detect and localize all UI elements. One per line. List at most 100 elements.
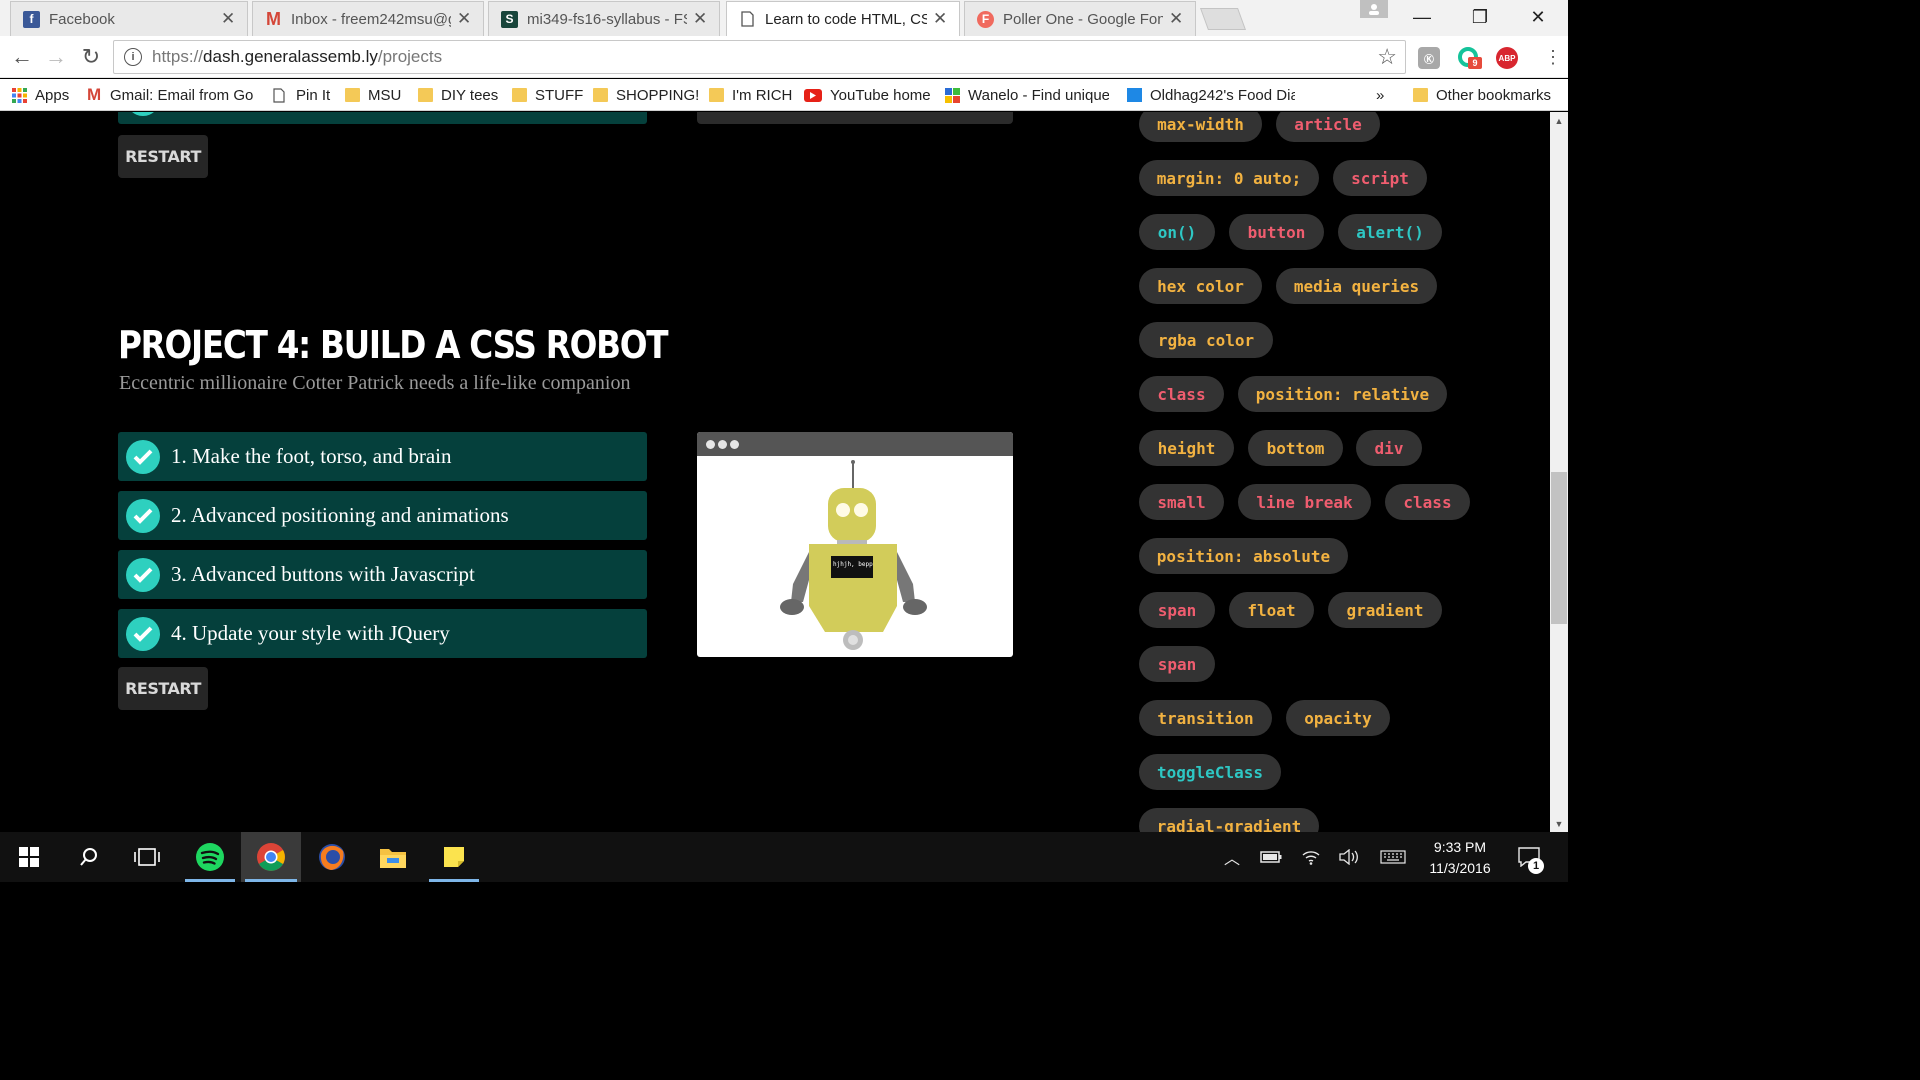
concept-tag[interactable]: gradient	[1328, 592, 1442, 628]
step-item[interactable]: 4. Update your style with JQuery	[118, 609, 647, 658]
sticky-notes-icon[interactable]	[425, 832, 483, 882]
concept-tag[interactable]: opacity	[1286, 700, 1390, 736]
reload-icon[interactable]: ↻	[76, 42, 106, 72]
restart-button[interactable]: RESTART	[118, 135, 208, 178]
bookmark-food-diary[interactable]: Oldhag242's Food Dia	[1127, 83, 1295, 107]
concept-tag[interactable]: class	[1139, 376, 1224, 412]
minimize-icon[interactable]: —	[1399, 0, 1445, 34]
tab-facebook[interactable]: f Facebook ✕	[10, 1, 248, 36]
new-tab-button[interactable]	[1199, 8, 1247, 30]
concept-tag[interactable]: button	[1229, 214, 1324, 250]
tab-strip: f Facebook ✕ M Inbox - freem242msu@g ✕ S…	[0, 0, 1568, 36]
bookmark-apps[interactable]: Apps	[12, 83, 69, 107]
close-window-icon[interactable]: ✕	[1515, 0, 1561, 34]
bookmark-stuff[interactable]: STUFF	[512, 83, 583, 107]
concept-tag[interactable]: class	[1385, 484, 1470, 520]
concept-tag[interactable]: span	[1139, 646, 1215, 682]
search-icon[interactable]	[60, 832, 118, 882]
hackernews-extension-icon[interactable]: Ⓚ	[1418, 47, 1440, 69]
system-clock[interactable]: 9:33 PM 11/3/2016	[1420, 837, 1500, 879]
concept-tag[interactable]: position: absolute	[1139, 538, 1348, 574]
concept-tag[interactable]: margin: 0 auto;	[1139, 160, 1319, 196]
bookmark-msu[interactable]: MSU	[345, 83, 401, 107]
tab-syllabus[interactable]: S mi349-fs16-syllabus - FS ✕	[488, 1, 720, 36]
bookmark-im-rich[interactable]: I'm RICH	[709, 83, 792, 107]
robot-illustration	[780, 460, 927, 650]
concept-tag[interactable]: script	[1333, 160, 1427, 196]
concept-tag[interactable]: small	[1139, 484, 1224, 520]
bookmark-shopping[interactable]: SHOPPING!	[593, 83, 699, 107]
other-bookmarks[interactable]: Other bookmarks	[1413, 83, 1551, 107]
address-bar[interactable]: i https://dash.generalassemb.ly/projects…	[113, 40, 1406, 74]
folder-icon	[345, 88, 360, 102]
restart-label: RESTART	[125, 147, 201, 166]
project-subtitle: Eccentric millionaire Cotter Patrick nee…	[119, 372, 631, 394]
close-tab-icon[interactable]: ✕	[1169, 9, 1183, 29]
bookmark-diy-tees[interactable]: DIY tees	[418, 83, 498, 107]
bookmark-star-icon[interactable]: ☆	[1377, 44, 1397, 70]
grammarly-extension-icon[interactable]: 9	[1458, 47, 1482, 69]
spotify-icon[interactable]	[181, 832, 239, 882]
bookmark-label: Gmail: Email from Goo	[110, 86, 253, 104]
concept-tag[interactable]: transition	[1139, 700, 1272, 736]
concept-tag[interactable]: line break	[1238, 484, 1371, 520]
start-icon[interactable]	[0, 832, 58, 882]
concept-tag[interactable]: bottom	[1248, 430, 1343, 466]
step-item[interactable]: 2. Advanced positioning and animations	[118, 491, 647, 540]
bookmark-gmail[interactable]: M Gmail: Email from Goo	[87, 83, 253, 107]
youtube-icon	[804, 88, 822, 102]
restart-button[interactable]: RESTART	[118, 667, 208, 710]
concept-tag[interactable]: media queries	[1276, 268, 1437, 304]
close-tab-icon[interactable]: ✕	[933, 9, 947, 29]
task-view-icon[interactable]	[118, 832, 176, 882]
wanelo-icon	[945, 88, 960, 103]
concept-tag[interactable]: height	[1139, 430, 1234, 466]
concept-tag[interactable]: float	[1229, 592, 1314, 628]
concept-tag[interactable]: span	[1139, 592, 1215, 628]
concept-tag[interactable]: div	[1356, 430, 1422, 466]
restore-icon[interactable]: ❐	[1457, 0, 1503, 34]
menu-icon[interactable]: ⋮	[1538, 42, 1568, 72]
action-center-icon[interactable]: 1	[1512, 832, 1546, 882]
site-info-icon[interactable]: i	[124, 48, 142, 66]
tab-general-assembly[interactable]: Learn to code HTML, CSS ✕	[726, 1, 960, 36]
step-item[interactable]: 1. Make the foot, torso, and brain	[118, 432, 647, 481]
tab-gmail[interactable]: M Inbox - freem242msu@g ✕	[252, 1, 484, 36]
step-item[interactable]: 3. Advanced buttons with Javascript	[118, 550, 647, 599]
file-explorer-icon[interactable]	[364, 832, 422, 882]
close-tab-icon[interactable]: ✕	[457, 9, 471, 29]
back-icon[interactable]: ←	[7, 42, 37, 72]
concept-tag[interactable]: hex color	[1139, 268, 1262, 304]
concept-tag[interactable]: on()	[1139, 214, 1215, 250]
bookmark-youtube[interactable]: YouTube home	[804, 83, 931, 107]
firefox-icon[interactable]	[303, 832, 361, 882]
forward-icon[interactable]: →	[41, 42, 71, 72]
close-tab-icon[interactable]: ✕	[221, 9, 235, 29]
concept-tag[interactable]: max-width	[1139, 112, 1262, 142]
concept-tag[interactable]: alert()	[1338, 214, 1442, 250]
concept-tag[interactable]: radial-gradient	[1139, 808, 1319, 832]
abp-label: ABP	[1498, 53, 1516, 63]
wifi-icon[interactable]	[1296, 832, 1326, 882]
bookmark-wanelo[interactable]: Wanelo - Find unique	[945, 83, 1109, 107]
tab-google-fonts[interactable]: F Poller One - Google Font ✕	[964, 1, 1196, 36]
profile-icon[interactable]	[1360, 0, 1388, 18]
bookmark-label: Other bookmarks	[1436, 86, 1552, 104]
battery-icon[interactable]	[1256, 832, 1286, 882]
concept-tag[interactable]: toggleClass	[1139, 754, 1281, 790]
scroll-down-icon[interactable]: ▼	[1550, 817, 1568, 831]
scrollbar-thumb[interactable]	[1551, 472, 1567, 624]
scroll-up-icon[interactable]: ▲	[1550, 114, 1568, 128]
close-tab-icon[interactable]: ✕	[693, 9, 707, 29]
bookmarks-overflow-button[interactable]: »	[1376, 83, 1384, 107]
volume-icon[interactable]	[1334, 832, 1364, 882]
page-content: RESTART PROJECT 4: BUILD A CSS ROBOT Ecc…	[0, 112, 1550, 832]
chrome-icon[interactable]	[241, 832, 301, 882]
concept-tag[interactable]: position: relative	[1238, 376, 1447, 412]
show-hidden-icons-icon[interactable]: ︿	[1218, 832, 1246, 882]
adblock-plus-icon[interactable]: ABP	[1496, 47, 1518, 69]
concept-tag[interactable]: rgba color	[1139, 322, 1273, 358]
bookmark-pin-it[interactable]: Pin It	[273, 83, 330, 107]
concept-tag[interactable]: article	[1276, 112, 1380, 142]
keyboard-icon[interactable]	[1376, 832, 1410, 882]
